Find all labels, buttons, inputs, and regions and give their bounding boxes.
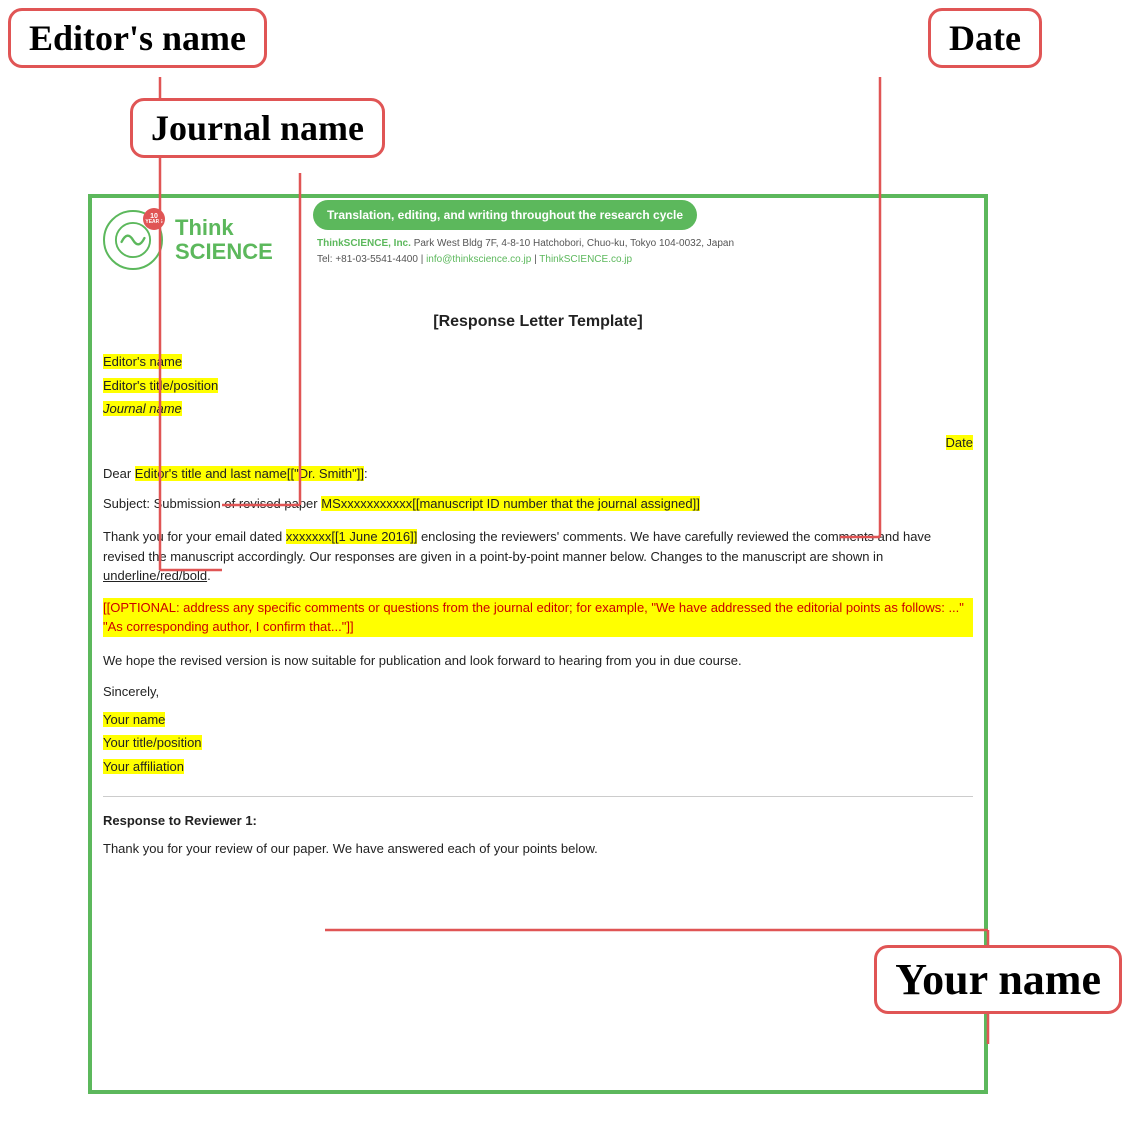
- response-body: Thank you for your review of our paper. …: [103, 839, 973, 859]
- your-affiliation-field: Your affiliation: [103, 759, 184, 774]
- ts-brand-text: Think SCIENCE: [175, 216, 273, 264]
- ts-contact: ThinkSCIENCE, Inc. Park West Bldg 7F, 4-…: [313, 236, 983, 268]
- ts-logo-area: 10 YEARS Think SCIENCE: [93, 200, 313, 280]
- your-affiliation-field-block: Your affiliation: [103, 757, 973, 777]
- editor-name-field-block: Editor's name: [103, 352, 973, 372]
- response-heading: Response to Reviewer 1:: [103, 811, 973, 831]
- ts-logo-circle: 10 YEARS: [103, 210, 163, 270]
- your-title-field-block: Your title/position: [103, 733, 973, 753]
- journal-name-field: Journal name: [103, 401, 182, 416]
- journal-name-label: Journal name: [130, 98, 385, 158]
- body-paragraph-1: Thank you for your email dated xxxxxxx[[…: [103, 527, 973, 586]
- ts-badge: 10 YEARS: [143, 208, 165, 230]
- ts-right: Translation, editing, and writing throug…: [313, 200, 983, 280]
- response-section: Response to Reviewer 1: Thank you for yo…: [103, 796, 973, 858]
- dear-field: Editor's title and last name[["Dr. Smith…: [135, 466, 364, 481]
- subject-field: MSxxxxxxxxxxx[[manuscript ID number that…: [321, 496, 700, 511]
- sincerely: Sincerely,: [103, 682, 973, 702]
- editor-title-field: Editor's title/position: [103, 378, 218, 393]
- your-name-field: Your name: [103, 712, 165, 727]
- thinkscience-header: 10 YEARS Think SCIENCE Translation, edit…: [93, 200, 983, 280]
- your-name-field-block: Your name: [103, 710, 973, 730]
- body1-date: xxxxxxx[[1 June 2016]]: [286, 529, 418, 544]
- dear-line: Dear Editor's title and last name[["Dr. …: [103, 464, 973, 484]
- date-field-block: Date: [103, 433, 973, 453]
- your-title-field: Your title/position: [103, 735, 202, 750]
- journal-name-field-block: Journal name: [103, 399, 973, 419]
- subject-line: Subject: Submission of revised paper MSx…: [103, 494, 973, 514]
- editor-title-field-block: Editor's title/position: [103, 376, 973, 396]
- editors-name-label: Editor's name: [8, 8, 267, 68]
- your-name-label: Your name: [874, 945, 1122, 1014]
- document-container: 10 YEARS Think SCIENCE Translation, edit…: [93, 200, 983, 878]
- optional-block: [[OPTIONAL: address any specific comment…: [103, 598, 973, 637]
- body-paragraph-2: We hope the revised version is now suita…: [103, 651, 973, 671]
- date-label: Date: [928, 8, 1042, 68]
- editor-name-field: Editor's name: [103, 354, 182, 369]
- ts-tagline: Translation, editing, and writing throug…: [313, 200, 697, 230]
- date-field: Date: [946, 435, 973, 450]
- body1-underline: underline/red/bold: [103, 568, 207, 583]
- letter-body: [Response Letter Template] Editor's name…: [93, 300, 983, 878]
- letter-title: [Response Letter Template]: [103, 310, 973, 334]
